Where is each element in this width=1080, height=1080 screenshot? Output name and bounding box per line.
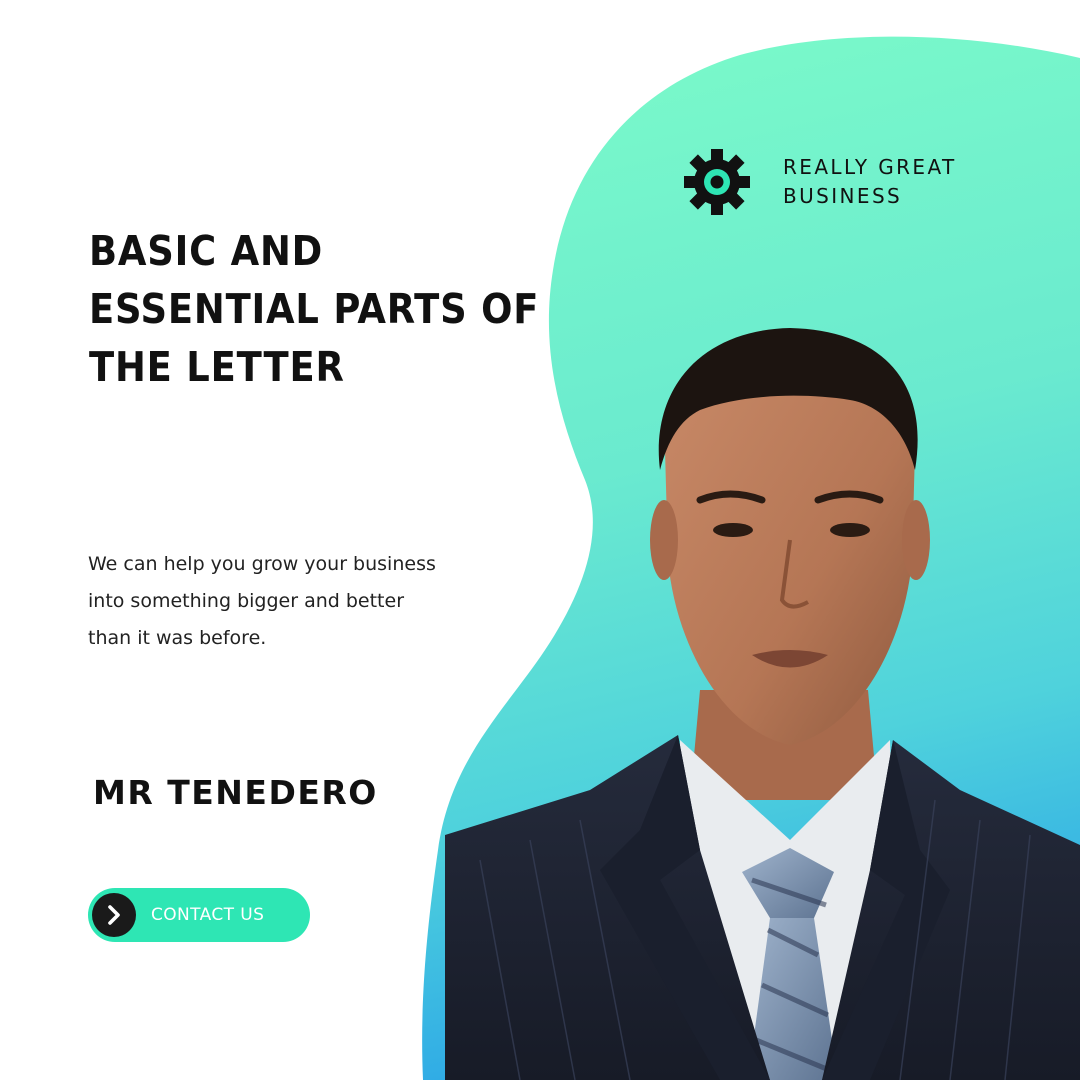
portrait-photo — [445, 328, 1080, 1080]
poster: REALLY GREAT BUSINESS BASIC AND ESSENTIA… — [0, 0, 1080, 1080]
